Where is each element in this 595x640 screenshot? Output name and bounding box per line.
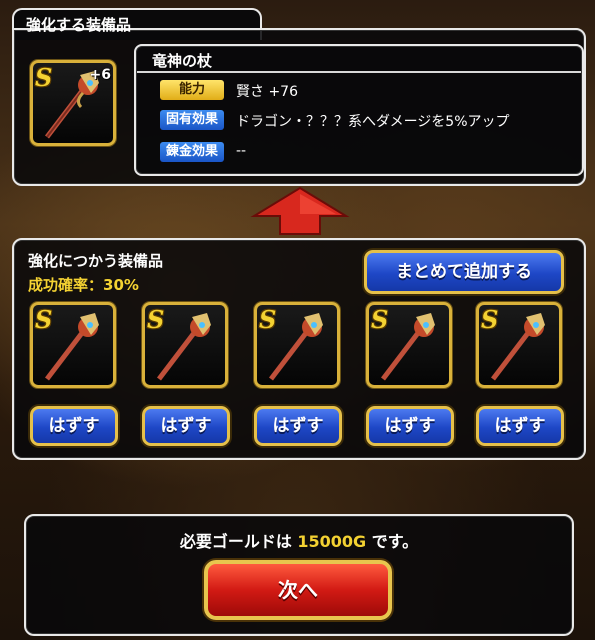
rank-badge: S: [481, 305, 499, 334]
rank-badge: S: [259, 305, 277, 334]
remove-button-2[interactable]: はずす: [142, 406, 230, 446]
stat-value-alchemy: --: [236, 143, 247, 159]
material-slot-2[interactable]: S: [142, 302, 228, 388]
gold-amount: 15000G: [297, 532, 367, 551]
gold-suffix: です。: [366, 532, 419, 551]
plus-level: +6: [89, 67, 111, 83]
material-slot-5[interactable]: S: [476, 302, 562, 388]
rank-badge: S: [35, 305, 53, 334]
material-title: 強化につかう装備品: [28, 252, 164, 270]
up-arrow-icon: [250, 186, 350, 235]
remove-button-5[interactable]: はずす: [476, 406, 564, 446]
material-slot-3[interactable]: S: [254, 302, 340, 388]
enhance-target-title: 強化する装備品: [26, 16, 132, 34]
material-slot-4[interactable]: S: [366, 302, 452, 388]
stat-badge-ability: 能力: [160, 80, 224, 100]
required-gold-text: 必要ゴールドは 15000G です。: [24, 528, 574, 552]
rank-badge: S: [147, 305, 165, 334]
success-rate: 成功確率：30%: [28, 274, 139, 295]
rank-badge: S: [35, 63, 53, 92]
success-rate-label: 成功確率：: [28, 276, 104, 294]
material-slot-1[interactable]: S: [30, 302, 116, 388]
stat-badge-alchemy: 錬金効果: [160, 142, 224, 162]
stat-badge-unique: 固有効果: [160, 110, 224, 130]
bulk-add-button[interactable]: まとめて追加する: [364, 250, 564, 294]
remove-button-3[interactable]: はずす: [254, 406, 342, 446]
next-button[interactable]: 次へ: [204, 560, 392, 620]
remove-button-4[interactable]: はずす: [366, 406, 454, 446]
rank-badge: S: [371, 305, 389, 334]
target-item-slot[interactable]: S +6: [30, 60, 116, 146]
item-name: 竜神の杖: [152, 52, 213, 70]
stat-value-ability: 賢さ +76: [236, 84, 298, 100]
stat-value-unique: ドラゴン・？？？系へダメージを5%アップ: [236, 114, 510, 130]
success-rate-value: 30%: [103, 276, 139, 294]
remove-button-1[interactable]: はずす: [30, 406, 118, 446]
gold-prefix: 必要ゴールドは: [179, 532, 298, 551]
